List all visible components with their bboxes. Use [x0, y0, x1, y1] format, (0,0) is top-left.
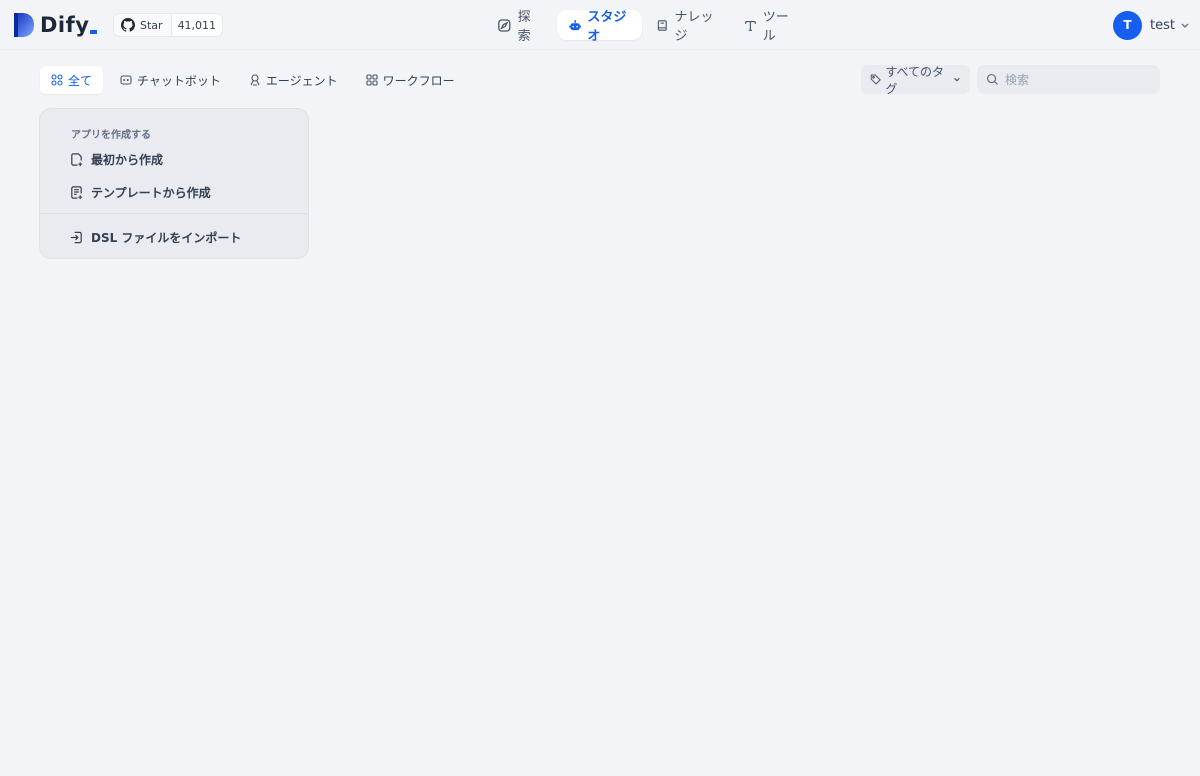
- agent-icon: [250, 74, 260, 86]
- main-nav: 探索 スタジオ ナレッジ ツール: [485, 10, 810, 44]
- create-from-blank-button[interactable]: 最初から作成: [69, 148, 163, 170]
- chevron-down-icon: [954, 77, 960, 82]
- tab-all[interactable]: 全て: [40, 66, 104, 94]
- compass-icon: [498, 18, 511, 32]
- tab-agent[interactable]: エージェント: [238, 66, 349, 94]
- github-icon: [121, 18, 135, 32]
- dify-logo-icon: [14, 13, 34, 37]
- tag-filter-label: すべてのタグ: [885, 64, 945, 96]
- create-app-card: アプリを作成する 最初から作成 テンプレートから作成 DSL ファイルをインポー…: [39, 108, 309, 259]
- nav-label: 探索: [517, 10, 531, 44]
- template-icon: [71, 185, 83, 199]
- grid-icon: [51, 74, 63, 86]
- tab-label: ワークフロー: [382, 73, 455, 88]
- dify-logo[interactable]: Dify: [12, 12, 98, 38]
- nav-knowledge[interactable]: ナレッジ: [644, 10, 730, 44]
- book-icon: [657, 19, 667, 31]
- chat-icon: [120, 75, 132, 85]
- nav-label: スタジオ: [587, 10, 627, 44]
- nav-explore[interactable]: 探索: [485, 10, 555, 44]
- tag-filter-dropdown[interactable]: すべてのタグ: [861, 64, 970, 96]
- tool-icon: [745, 20, 756, 31]
- nav-tools[interactable]: ツール: [732, 10, 808, 44]
- github-star-label[interactable]: Star: [114, 14, 172, 36]
- nav-label: ツール: [762, 10, 789, 44]
- tab-label: エージェント: [265, 73, 338, 88]
- logo-underscore: [90, 30, 98, 34]
- new-file-icon: [71, 152, 83, 166]
- app-type-tabs: 全て チャットボット エージェント ワークフロー: [40, 66, 472, 94]
- create-from-blank-label: 最初から作成: [91, 152, 164, 167]
- tag-icon: [870, 74, 881, 85]
- github-star-button[interactable]: Star 41,011: [113, 13, 224, 37]
- tab-label: チャットボット: [137, 73, 221, 88]
- import-icon: [70, 231, 82, 243]
- create-from-template-button[interactable]: テンプレートから作成: [69, 181, 211, 203]
- search-input[interactable]: [1005, 72, 1145, 87]
- tab-workflow[interactable]: ワークフロー: [355, 66, 466, 94]
- avatar[interactable]: T: [1113, 10, 1142, 40]
- top-header: Dify Star 41,011 探索 スタジオ ナレッジ ツール T test: [0, 0, 1200, 50]
- search-icon: [986, 73, 999, 86]
- tab-label: 全て: [68, 73, 93, 88]
- nav-studio[interactable]: スタジオ: [557, 10, 642, 44]
- card-divider: [40, 213, 308, 214]
- import-dsl-label: DSL ファイルをインポート: [91, 230, 242, 245]
- create-from-template-label: テンプレートから作成: [91, 185, 211, 200]
- create-app-title: アプリを作成する: [71, 130, 151, 141]
- chevron-down-icon: [1181, 23, 1189, 28]
- star-count[interactable]: 41,011: [172, 14, 222, 36]
- search-box[interactable]: [977, 65, 1160, 94]
- import-dsl-button[interactable]: DSL ファイルをインポート: [69, 226, 241, 248]
- workflow-icon: [366, 74, 378, 86]
- user-name: test: [1150, 17, 1175, 33]
- user-menu[interactable]: T test: [1113, 10, 1190, 40]
- nav-label: ナレッジ: [674, 10, 714, 44]
- tab-chatbot[interactable]: チャットボット: [109, 66, 232, 94]
- logo-text: Dify: [40, 13, 90, 37]
- star-label: Star: [140, 18, 163, 32]
- robot-icon: [569, 19, 581, 30]
